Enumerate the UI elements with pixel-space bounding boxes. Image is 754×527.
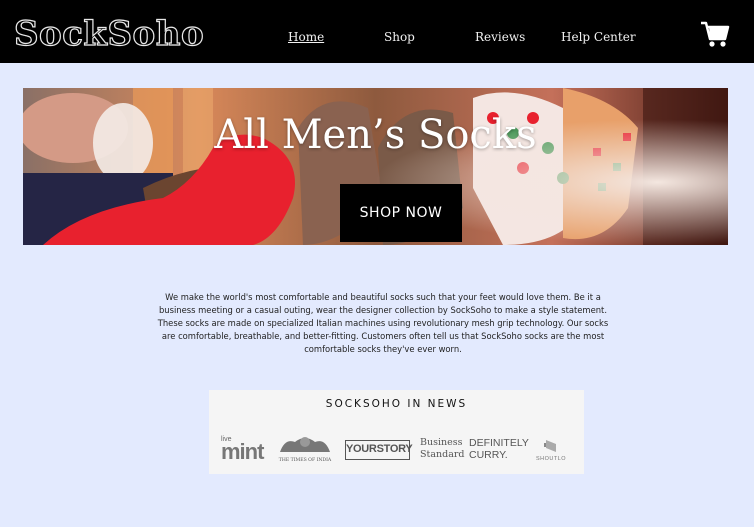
hero-title: All Men’s Socks <box>214 112 537 158</box>
nav-shop[interactable]: Shop <box>384 30 415 44</box>
shoutlo-logo: SHOUTLO <box>534 438 568 466</box>
site-header: SockSoho Home Shop Reviews Help Center <box>0 0 754 63</box>
livemint-logo: live mint <box>221 436 264 464</box>
nav-help-center[interactable]: Help Center <box>561 30 636 44</box>
shopping-cart-icon[interactable] <box>700 20 730 48</box>
business-standard-logo: Business Standard <box>420 437 465 460</box>
nav-reviews[interactable]: Reviews <box>475 30 525 44</box>
yourstory-logo: YOURSTORY <box>345 440 413 460</box>
definitely-curry-logo: DEFINITELY CURRY. <box>469 437 529 461</box>
nav-home[interactable]: Home <box>288 30 324 44</box>
hero-banner: All Men’s Socks SHOP NOW <box>23 88 728 245</box>
times-of-india-logo: THE TIMES OF INDIA <box>275 434 335 464</box>
site-logo[interactable]: SockSoho <box>13 13 204 54</box>
news-title: SOCKSOHO IN NEWS <box>325 398 468 410</box>
shop-now-button[interactable]: SHOP NOW <box>340 184 462 242</box>
news-section: SOCKSOHO IN NEWS live mint THE TIMES OF … <box>209 390 584 474</box>
about-description: We make the world's most comfortable and… <box>157 292 609 354</box>
